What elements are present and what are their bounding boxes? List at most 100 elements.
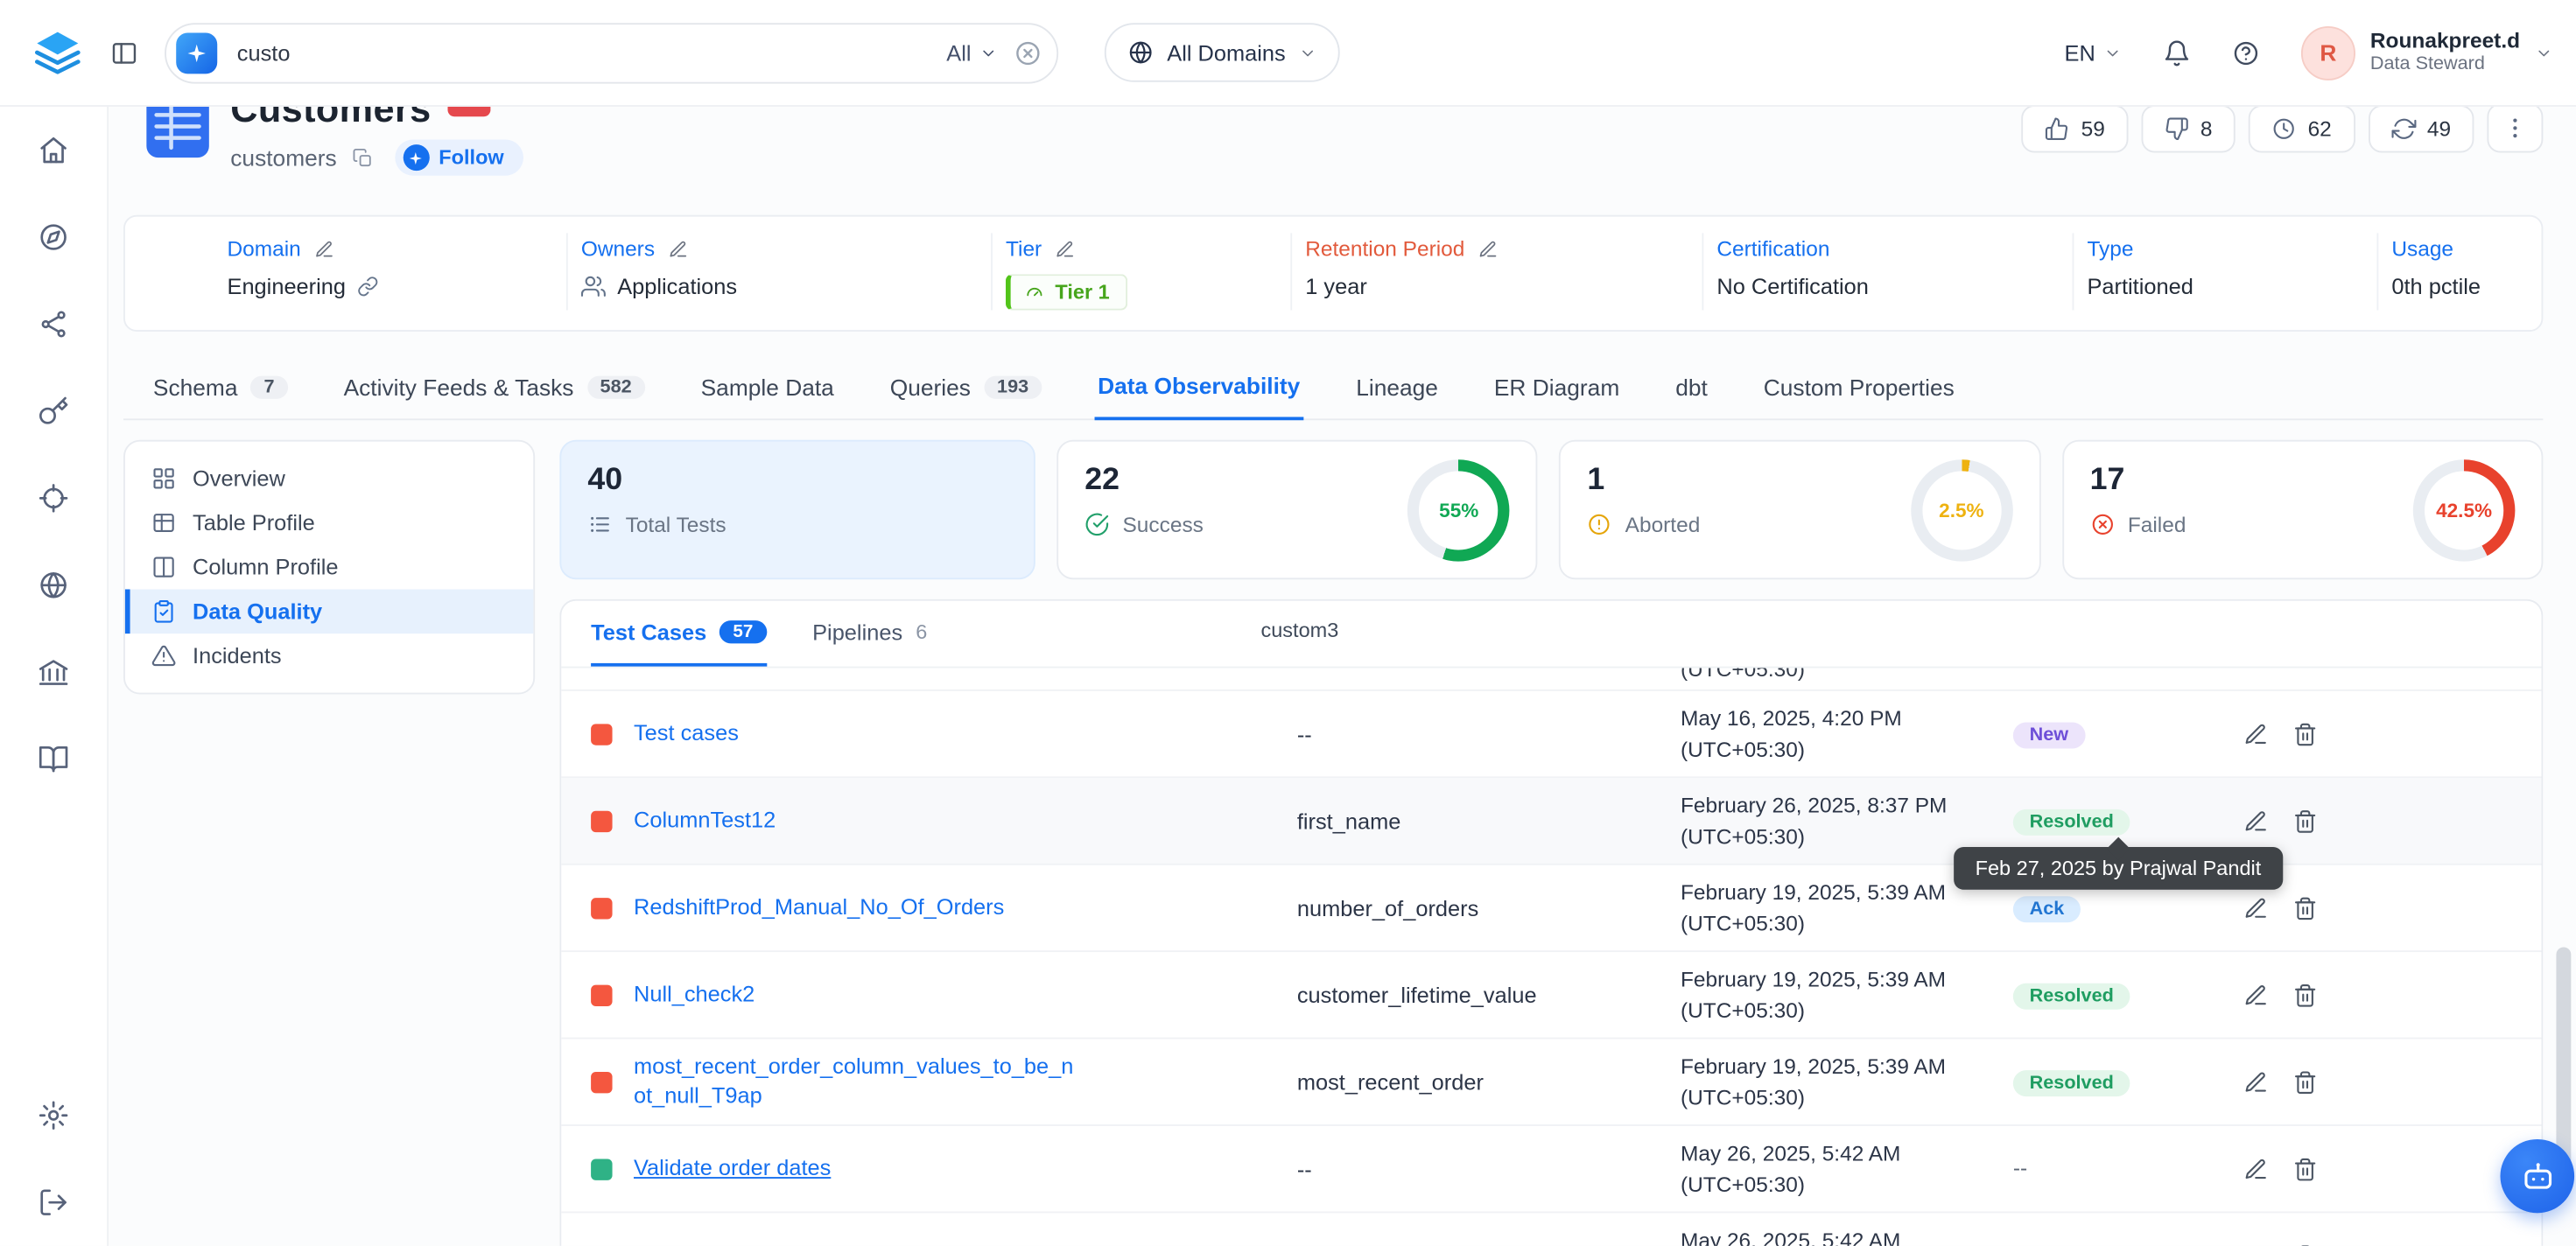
table-entity-icon <box>144 107 210 166</box>
test-case-row[interactable]: Test cases -- May 16, 2025, 4:20 PM(UTC+… <box>561 691 2541 778</box>
status-square <box>591 1158 612 1180</box>
side-menu-table-profile[interactable]: Table Profile <box>125 500 533 545</box>
nav-observability-icon[interactable] <box>24 468 83 528</box>
avatar[interactable]: R <box>2301 25 2355 80</box>
resolution-badge[interactable]: Ack <box>2013 896 2081 922</box>
tab-er-diagram[interactable]: ER Diagram <box>1491 358 1623 418</box>
resolution-badge[interactable]: Resolved <box>2013 809 2130 836</box>
chat-assistant-button[interactable] <box>2500 1139 2574 1213</box>
column-name: most_recent_order <box>1297 1069 1681 1094</box>
search-clear-icon[interactable] <box>1014 38 1042 66</box>
edit-icon[interactable] <box>2243 722 2268 746</box>
side-menu-overview[interactable]: Overview <box>125 457 533 501</box>
delete-icon[interactable] <box>2293 1157 2318 1181</box>
resolution-badge[interactable]: Resolved <box>2013 1070 2130 1096</box>
edit-icon[interactable] <box>2243 895 2268 920</box>
tab-queries[interactable]: Queries193 <box>887 358 1045 418</box>
edit-icon[interactable] <box>1478 239 1498 259</box>
tab-activity-feeds[interactable]: Activity Feeds & Tasks582 <box>340 358 649 418</box>
column-name: number_of_orders <box>1297 1243 1681 1246</box>
watch-button[interactable]: 62 <box>2249 107 2355 152</box>
test-case-row[interactable]: most_recent_order_column_values_to_be_no… <box>561 1040 2541 1126</box>
info-strip: Domain Engineering Owners Applications T… <box>123 215 2543 332</box>
user-menu[interactable]: R Rounakpreet.d Data Steward <box>2301 25 2553 80</box>
chevron-down-icon <box>1299 44 1317 62</box>
all-domains-dropdown[interactable]: All Domains <box>1105 23 1340 82</box>
nav-domains-icon[interactable] <box>24 555 83 614</box>
status-square <box>591 810 612 831</box>
data-quality-icon <box>151 599 176 624</box>
downvote-button[interactable]: 8 <box>2141 107 2236 152</box>
tab-lineage[interactable]: Lineage <box>1352 358 1441 418</box>
follow-button[interactable]: Follow <box>395 139 524 175</box>
side-menu-incidents[interactable]: Incidents <box>125 634 533 678</box>
test-case-row[interactable]: number_of_orders_column_values_to_be_ nu… <box>561 1213 2541 1246</box>
side-menu-data-quality[interactable]: Data Quality <box>125 589 533 634</box>
main-content: Customers customers Follow <box>109 107 2576 1246</box>
user-name: Rounakpreet.d <box>2370 28 2520 52</box>
column-name: -- <box>1297 722 1681 746</box>
upvote-button[interactable]: 59 <box>2022 107 2128 152</box>
global-search-bar[interactable]: All <box>165 22 1058 82</box>
ai-sparkle-icon <box>176 32 217 74</box>
test-case-link[interactable]: ColumnTest12 <box>634 806 776 836</box>
entity-tab-bar: Schema7 Activity Feeds & Tasks582 Sample… <box>123 358 2543 420</box>
edit-icon[interactable] <box>1055 239 1075 259</box>
nav-home-icon[interactable] <box>24 120 83 179</box>
test-case-row[interactable]: Validate order dates -- May 26, 2025, 5:… <box>561 1126 2541 1213</box>
help-icon[interactable] <box>2232 38 2260 66</box>
edit-icon[interactable] <box>2243 808 2268 833</box>
settings-gear-icon[interactable] <box>24 1085 83 1144</box>
test-case-link[interactable]: most_recent_order_column_values_to_be_no… <box>634 1053 1075 1112</box>
test-case-link[interactable]: Null_check2 <box>634 980 755 1010</box>
alert-circle-icon <box>1587 512 1611 536</box>
edit-icon[interactable] <box>2243 1069 2268 1094</box>
tab-dbt[interactable]: dbt <box>1672 358 1710 418</box>
delete-icon[interactable] <box>2293 722 2318 746</box>
link-icon <box>357 276 378 297</box>
search-input[interactable] <box>234 38 930 66</box>
more-actions-icon[interactable] <box>2487 107 2543 153</box>
delete-icon[interactable] <box>2293 1069 2318 1094</box>
tab-test-cases[interactable]: Test Cases57 <box>591 601 766 667</box>
nav-govern-icon[interactable] <box>24 381 83 440</box>
notifications-bell-icon[interactable] <box>2163 38 2191 66</box>
delete-icon[interactable] <box>2293 895 2318 920</box>
nav-glossary-icon[interactable] <box>24 729 83 788</box>
nav-explore-icon[interactable] <box>24 206 83 266</box>
edit-icon[interactable] <box>314 239 334 259</box>
delete-icon[interactable] <box>2293 983 2318 1007</box>
robot-chat-icon <box>2519 1158 2555 1194</box>
side-menu-column-profile[interactable]: Column Profile <box>125 545 533 590</box>
copy-icon[interactable] <box>352 147 373 168</box>
edit-icon[interactable] <box>2243 983 2268 1007</box>
edit-icon[interactable] <box>2243 1243 2268 1246</box>
delete-icon[interactable] <box>2293 1243 2318 1246</box>
tab-data-observability[interactable]: Data Observability <box>1094 358 1303 420</box>
domain-link[interactable]: Engineering <box>228 274 347 298</box>
logout-icon[interactable] <box>24 1172 83 1231</box>
delete-icon[interactable] <box>2293 808 2318 833</box>
test-case-link[interactable]: number_of_orders_column_values_to_be_ <box>634 1241 1056 1246</box>
chevron-down-icon <box>2103 44 2122 62</box>
tab-schema[interactable]: Schema7 <box>150 358 291 418</box>
test-case-link[interactable]: RedshiftProd_Manual_No_Of_Orders <box>634 893 1004 923</box>
tier-badge: Tier 1 <box>1006 274 1127 310</box>
nav-data-assets-icon[interactable] <box>24 294 83 354</box>
app-logo[interactable] <box>33 28 82 77</box>
edit-icon[interactable] <box>2243 1157 2268 1181</box>
resolution-badge[interactable]: Resolved <box>2013 984 2130 1010</box>
refresh-button[interactable]: 49 <box>2368 107 2474 152</box>
tab-custom-properties[interactable]: Custom Properties <box>1760 358 1958 418</box>
test-case-row[interactable]: Null_check2 customer_lifetime_value Febr… <box>561 952 2541 1039</box>
edit-icon[interactable] <box>668 239 688 259</box>
tab-sample-data[interactable]: Sample Data <box>698 358 838 418</box>
nav-insights-icon[interactable] <box>24 642 83 702</box>
test-case-link[interactable]: Test cases <box>634 719 739 749</box>
test-case-link[interactable]: Validate order dates <box>634 1154 831 1184</box>
tab-pipelines[interactable]: Pipelines6 <box>812 601 927 667</box>
language-dropdown[interactable]: EN <box>2065 40 2122 65</box>
sidebar-toggle-icon[interactable] <box>110 38 138 66</box>
resolution-badge[interactable]: New <box>2013 722 2085 748</box>
search-scope-dropdown[interactable]: All <box>946 40 997 65</box>
